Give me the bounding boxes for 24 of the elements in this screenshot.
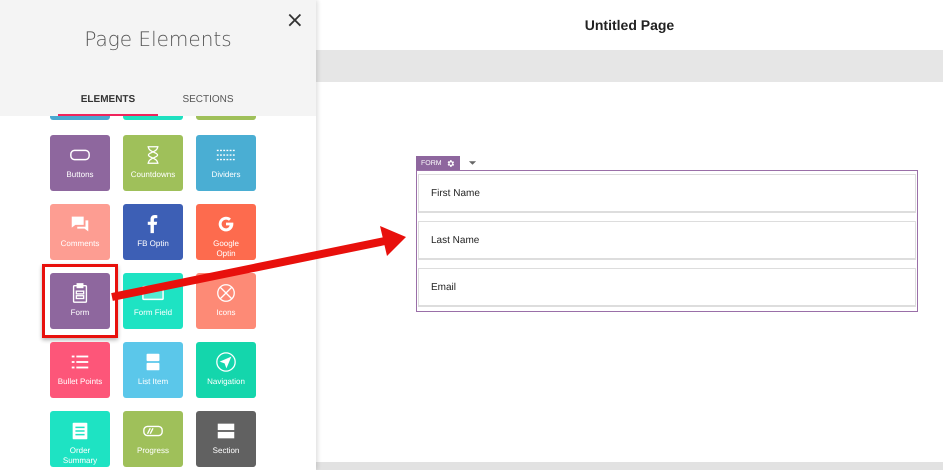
element-tile[interactable]: Form: [50, 273, 110, 329]
element-tile[interactable]: Bullet Points: [50, 342, 110, 398]
element-tile[interactable]: Section: [196, 411, 256, 467]
input-field[interactable]: First Name: [418, 174, 916, 213]
element-tile[interactable]: Dividers: [196, 135, 256, 191]
element-tile[interactable]: Buttons: [50, 135, 110, 191]
element-tile[interactable]: List Item: [123, 342, 183, 398]
element-tile[interactable]: Comments: [50, 204, 110, 260]
element-tile[interactable]: Progress: [123, 411, 183, 467]
panel-title: Page Elements: [84, 27, 232, 51]
element-tile[interactable]: Google Optin: [196, 204, 256, 260]
input-field[interactable]: Email: [418, 268, 916, 307]
page-title: Untitled Page: [584, 17, 674, 33]
panel-tab[interactable]: SECTIONS: [158, 94, 258, 116]
element-tile[interactable]: Countdowns: [123, 135, 183, 191]
input-field[interactable]: Last Name: [418, 221, 916, 260]
caret-icon[interactable]: [468, 160, 477, 166]
element-tile[interactable]: Icons: [196, 273, 256, 329]
element-tile[interactable]: Order Summary: [50, 411, 110, 467]
crossed-circle-icon: [215, 282, 237, 304]
settings-icon: [446, 158, 455, 168]
element-tile[interactable]: FB Optin: [123, 204, 183, 260]
close-button[interactable]: ×: [286, 10, 304, 32]
element-tile[interactable]: Navigation: [196, 342, 256, 398]
